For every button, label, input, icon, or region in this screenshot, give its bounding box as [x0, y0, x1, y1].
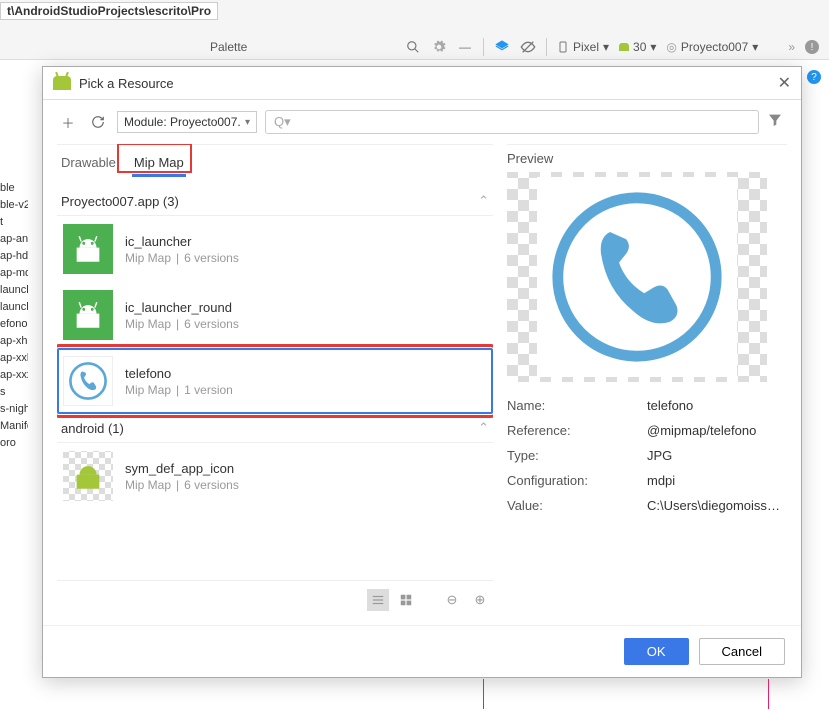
resource-meta: Mip Map|6 versions [125, 251, 239, 265]
search-input[interactable] [295, 115, 750, 129]
tree-item-partial: ap-xxh [0, 350, 28, 367]
device-selector[interactable]: Pixel ▾ [557, 39, 609, 55]
warning-icon[interactable]: ! [805, 40, 819, 54]
tree-item-partial: s [0, 384, 28, 401]
add-resource-button[interactable]: ⊕ [469, 589, 491, 611]
eye-icon[interactable] [520, 39, 536, 55]
prop-config-value: mdpi [647, 473, 787, 488]
tree-item-partial: t [0, 214, 28, 231]
guideline [483, 679, 484, 709]
resource-meta: Mip Map|6 versions [125, 317, 239, 331]
filter-icon[interactable] [767, 112, 787, 132]
resource-name: ic_launcher [125, 234, 239, 249]
grid-view-button[interactable] [395, 589, 417, 611]
tree-item-partial: oro [0, 435, 28, 452]
api-selector[interactable]: 30 ▾ [619, 40, 656, 54]
palette-label: Palette [210, 40, 247, 54]
project-tree-partial: bleble-v24tap-anyap-hdpap-mdlaunchlaunch… [0, 180, 28, 452]
android-icon [53, 76, 71, 90]
pick-resource-dialog: Pick a Resource ✕ ＋ Module: Proyecto007.… [42, 66, 802, 678]
list-footer: ⊖ ⊕ [57, 580, 493, 615]
resource-meta: Mip Map|1 version [125, 383, 233, 397]
close-icon[interactable]: ✕ [778, 73, 791, 93]
resource-item[interactable]: sym_def_app_icon Mip Map|6 versions [57, 443, 493, 509]
gear-icon[interactable] [431, 39, 447, 55]
preview-image [507, 172, 767, 382]
tree-item-partial: efono.j [0, 316, 28, 333]
resource-item[interactable]: telefono Mip Map|1 version [57, 348, 493, 414]
preview-pane: Preview Name:telefono Reference:@mipmap/… [507, 144, 787, 615]
dialog-title: Pick a Resource [79, 76, 174, 91]
tab-drawable[interactable]: Drawable [59, 151, 118, 177]
prop-ref-value: @mipmap/telefono [647, 423, 787, 438]
cancel-button[interactable]: Cancel [699, 638, 785, 665]
tree-item-partial: ap-md [0, 265, 28, 282]
tree-item-partial: launch [0, 282, 28, 299]
dialog-buttons: OK Cancel [43, 625, 801, 677]
tree-item-partial: launch [0, 299, 28, 316]
resource-list: Proyecto007.app (3)⌃ ic_launcher Mip Map|6… [57, 177, 493, 580]
resource-meta: Mip Map|6 versions [125, 478, 239, 492]
minimize-icon[interactable]: — [457, 39, 473, 55]
tab-mipmap[interactable]: Mip Map [132, 151, 186, 177]
tree-item-partial: ap-hdp [0, 248, 28, 265]
help-icon[interactable]: ? [807, 70, 821, 84]
preview-header: Preview [507, 145, 787, 172]
prop-type-label: Type: [507, 448, 647, 463]
tree-item-partial: Manifest [0, 418, 28, 435]
tree-item-partial: ap-xxx [0, 367, 28, 384]
refresh-button[interactable] [87, 111, 109, 133]
resource-group-header[interactable]: Proyecto007.app (3)⌃ [57, 187, 493, 216]
prop-name-label: Name: [507, 398, 647, 413]
path-fragment: t\AndroidStudioProjects\escrito\Pro [0, 2, 218, 20]
remove-button[interactable]: ⊖ [441, 589, 463, 611]
guideline [768, 679, 769, 709]
dialog-toolbar: ＋ Module: Proyecto007. Q▾ [43, 100, 801, 144]
list-view-button[interactable] [367, 589, 389, 611]
tree-item-partial: ble [0, 180, 28, 197]
resource-name: telefono [125, 366, 233, 381]
resource-name: sym_def_app_icon [125, 461, 239, 476]
search-icon[interactable] [405, 39, 421, 55]
resource-item[interactable]: ic_launcher_round Mip Map|6 versions [57, 282, 493, 348]
prop-type-value: JPG [647, 448, 787, 463]
tree-item-partial: s-night [0, 401, 28, 418]
resource-name: ic_launcher_round [125, 300, 239, 315]
project-selector[interactable]: ◎ Proyecto007 ▾ [666, 40, 758, 54]
search-field[interactable]: Q▾ [265, 110, 759, 134]
prop-value-label: Value: [507, 498, 647, 513]
resource-item[interactable]: ic_launcher Mip Map|6 versions [57, 216, 493, 282]
tree-item-partial: ble-v24 [0, 197, 28, 214]
more-icon[interactable]: » [788, 40, 795, 54]
module-selector[interactable]: Module: Proyecto007. [117, 111, 257, 133]
prop-value-value: C:\Users\diegomoisset\... [647, 498, 787, 513]
palette-toolbar: Palette — Pixel ▾ 30 ▾ ◎ Proyecto007 ▾ »… [210, 35, 819, 59]
layers-icon[interactable] [494, 39, 510, 55]
tree-item-partial: ap-xhd [0, 333, 28, 350]
resource-group-header[interactable]: android (1)⌃ [57, 414, 493, 443]
prop-name-value: telefono [647, 398, 787, 413]
dialog-titlebar: Pick a Resource ✕ [43, 67, 801, 100]
prop-config-label: Configuration: [507, 473, 647, 488]
prop-ref-label: Reference: [507, 423, 647, 438]
add-button[interactable]: ＋ [57, 111, 79, 133]
ok-button[interactable]: OK [624, 638, 689, 665]
tree-item-partial: ap-any [0, 231, 28, 248]
resource-tabs: Drawable Mip Map [57, 145, 493, 177]
